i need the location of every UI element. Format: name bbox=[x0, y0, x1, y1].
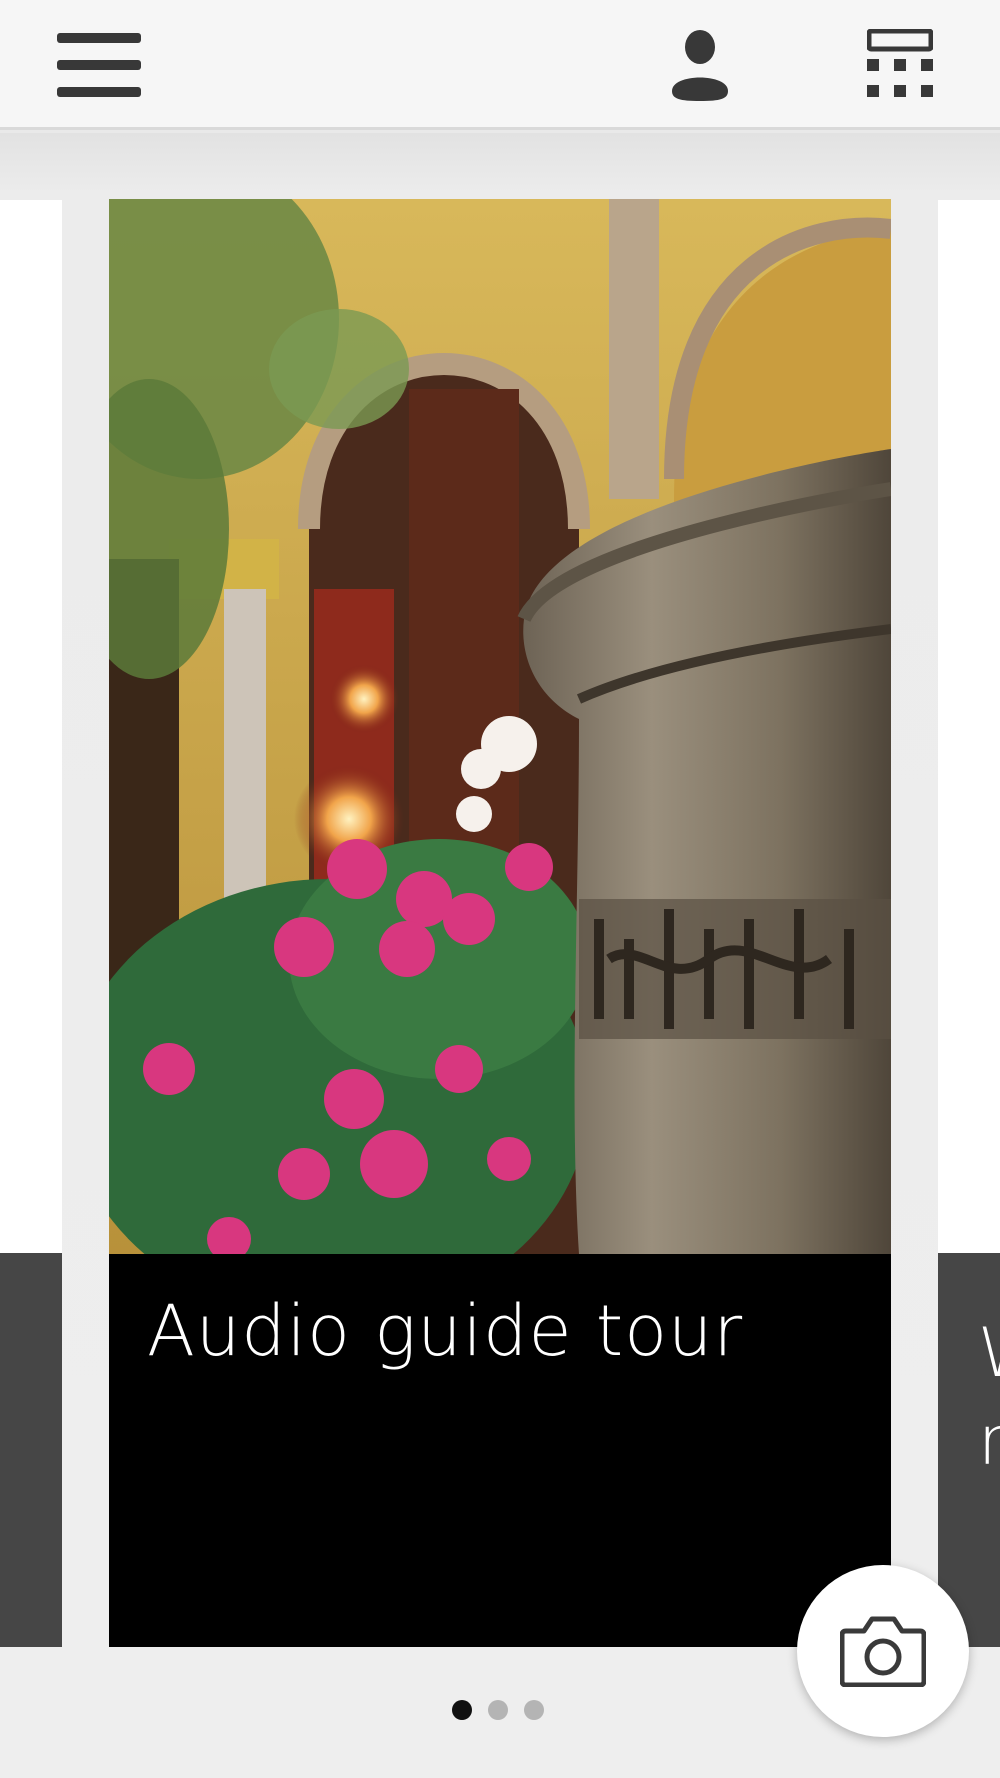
hamburger-menu-icon bbox=[57, 33, 141, 97]
camera-button[interactable] bbox=[797, 1565, 969, 1737]
profile-button[interactable] bbox=[645, 0, 755, 130]
previous-card-caption bbox=[0, 1253, 62, 1647]
next-card[interactable]: W n bbox=[938, 200, 1000, 1647]
tour-card-caption: Audio guide tour bbox=[109, 1254, 891, 1647]
pager-dot-3[interactable] bbox=[524, 1700, 544, 1720]
camera-icon bbox=[840, 1616, 926, 1687]
tour-card-title: Audio guide tour bbox=[147, 1290, 744, 1372]
tour-carousel[interactable]: Audio guide tour W n bbox=[0, 133, 1000, 1778]
keypad-button[interactable] bbox=[845, 0, 955, 130]
carousel-pager bbox=[452, 1700, 544, 1720]
previous-card[interactable] bbox=[0, 200, 62, 1647]
pager-dot-1[interactable] bbox=[452, 1700, 472, 1720]
tour-card[interactable]: Audio guide tour bbox=[109, 199, 891, 1647]
courtyard-photo bbox=[109, 199, 891, 1254]
keypad-icon bbox=[867, 29, 933, 97]
pager-dot-2[interactable] bbox=[488, 1700, 508, 1720]
menu-button[interactable] bbox=[44, 0, 154, 130]
next-card-title-peek: W n bbox=[978, 1314, 1000, 1481]
user-icon bbox=[672, 30, 728, 101]
top-app-bar bbox=[0, 0, 1000, 130]
